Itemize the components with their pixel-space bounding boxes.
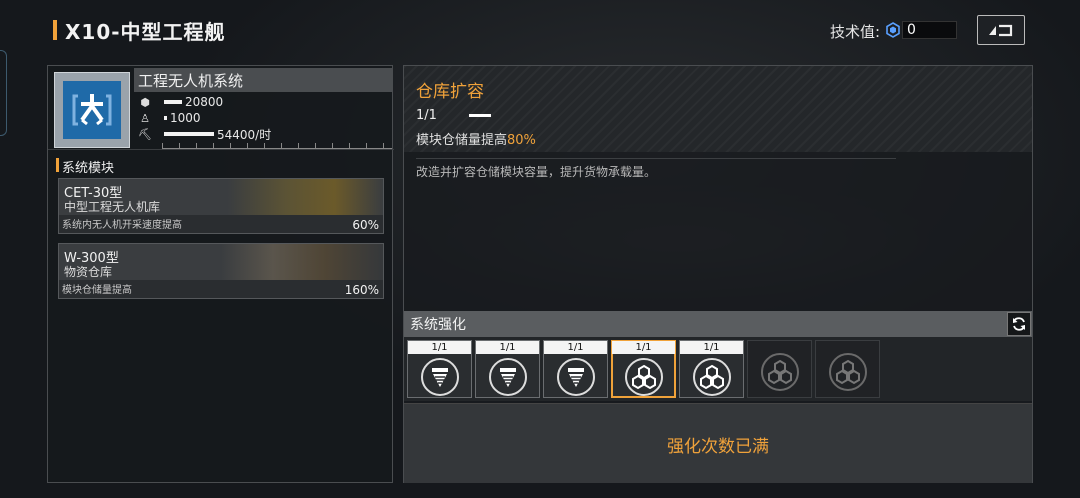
enhance-slot-2[interactable]: 1/1 <box>475 340 540 398</box>
title-accent <box>53 20 57 40</box>
slot-level: 1/1 <box>612 341 675 354</box>
detail-description: 改造并扩容仓储模块容量，提升货物承载量。 <box>416 165 657 179</box>
cube-icon: ⬢ <box>140 95 150 109</box>
drill-icon <box>421 358 459 396</box>
crates-icon <box>761 353 799 391</box>
slot-level: 1/1 <box>680 341 743 354</box>
divider <box>416 158 896 159</box>
detail-effect: 模块仓储量提高80% <box>416 129 536 148</box>
enhance-slot-5[interactable]: 1/1 <box>679 340 744 398</box>
module-card-cet30[interactable]: CET-30型 中型工程无人机库 系统内无人机开采速度提高 60% <box>58 178 384 234</box>
slot-level: 1/1 <box>544 341 607 354</box>
drill-icon <box>557 358 595 396</box>
effect-value: 80% <box>507 133 536 148</box>
enhance-slot-1[interactable]: 1/1 <box>407 340 472 398</box>
stat-mining-rate: ⛏ 54400/时 <box>138 125 393 143</box>
tech-point-icon <box>886 22 900 38</box>
system-header: 工程无人机系统 ⬢ 20800 ♙ 1000 ⛏ 54400/时 <box>48 66 394 150</box>
enhance-slot-4-selected[interactable]: 1/1 <box>611 340 676 398</box>
module-percent: 160% <box>344 283 379 297</box>
stat-value: 20800 <box>185 95 224 109</box>
module-subtitle: 中型工程无人机库 <box>64 200 161 214</box>
system-panel: 工程无人机系统 ⬢ 20800 ♙ 1000 ⛏ 54400/时 系统模块 CE… <box>47 65 394 483</box>
excavator-icon: ⛏ <box>138 127 152 141</box>
stat-bar <box>164 116 167 120</box>
crates-icon <box>693 358 731 396</box>
header: X10-中型工程舰 技术值: 0 <box>0 0 1080 60</box>
drone-icon: ♙ <box>140 111 150 125</box>
enhance-header: 系统强化 <box>404 311 1032 337</box>
detail-title: 仓库扩容 <box>416 82 484 102</box>
refresh-icon <box>1013 317 1025 331</box>
module-card-w300[interactable]: W-300型 物资仓库 模块仓储量提高 160% <box>58 243 384 299</box>
crates-icon <box>829 353 867 391</box>
refresh-button[interactable] <box>1007 312 1031 336</box>
modules-title: 系统模块 <box>62 161 115 176</box>
side-drawer-handle[interactable] <box>0 50 7 136</box>
enhance-slot-3[interactable]: 1/1 <box>543 340 608 398</box>
tech-value: 0 <box>902 21 957 39</box>
back-arrow-icon <box>989 24 1013 37</box>
system-name: 工程无人机系统 <box>138 72 244 90</box>
enhance-title: 系统强化 <box>410 317 466 333</box>
stat-value: 1000 <box>170 111 201 125</box>
slot-level: 1/1 <box>408 341 471 354</box>
level-text: 1/1 <box>416 108 437 123</box>
tech-value-label: 技术值: <box>830 23 881 41</box>
stat-bar <box>164 132 214 136</box>
module-desc: 系统内无人机开采速度提高 <box>62 220 182 231</box>
effect-prefix: 模块仓储量提高 <box>416 133 508 148</box>
stat-scale <box>162 143 392 149</box>
detail-panel: 仓库扩容 1/1 模块仓储量提高80% 改造并扩容仓储模块容量，提升货物承载量。… <box>403 65 1033 483</box>
enhance-maxed-text: 强化次数已满 <box>667 437 769 457</box>
level-bar <box>468 114 491 117</box>
drill-icon <box>489 358 527 396</box>
slot-level: 1/1 <box>476 341 539 354</box>
back-button[interactable] <box>977 15 1025 45</box>
enhance-slot-6-locked[interactable] <box>747 340 812 398</box>
stat-bar <box>164 100 182 104</box>
crates-icon <box>625 358 663 396</box>
modules-accent <box>56 158 59 172</box>
module-subtitle: 物资仓库 <box>64 265 113 279</box>
enhance-slot-7-locked[interactable] <box>815 340 880 398</box>
enhance-status-area: 强化次数已满 <box>404 403 1032 483</box>
page-title: X10-中型工程舰 <box>65 20 226 44</box>
drone-system-icon <box>54 72 130 148</box>
stat-value: 54400/时 <box>217 127 272 142</box>
module-desc: 模块仓储量提高 <box>62 285 132 296</box>
detail-level: 1/1 <box>416 108 491 123</box>
enhance-slots: 1/1 1/1 1/1 1/1 1/1 <box>404 337 1032 401</box>
module-percent: 60% <box>352 218 379 232</box>
